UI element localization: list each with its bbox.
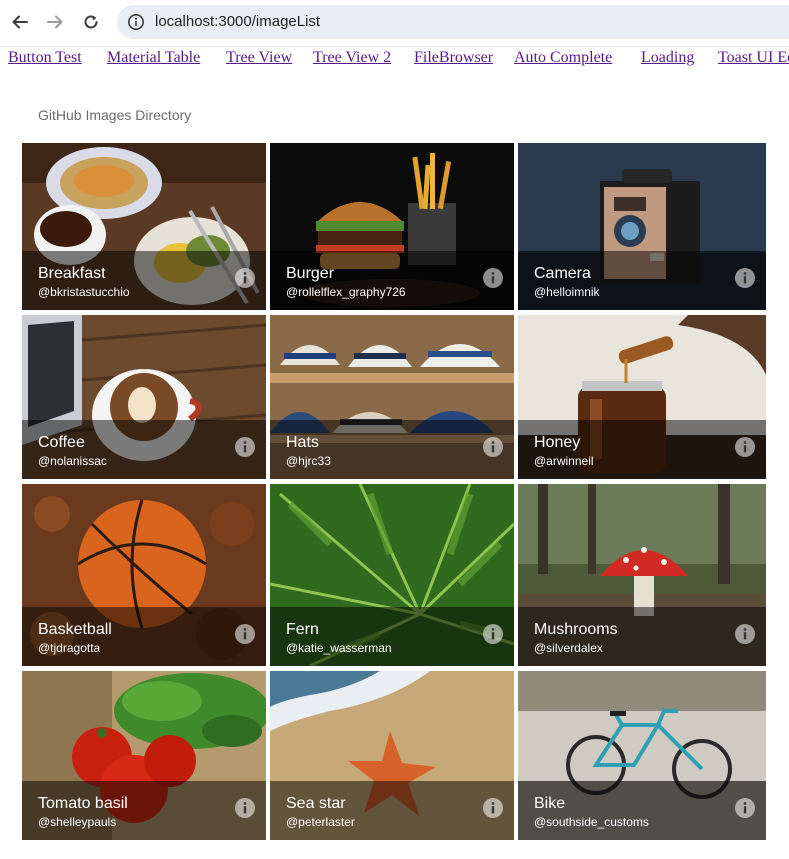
back-button[interactable] bbox=[7, 9, 33, 35]
image-tile[interactable]: Hats @hjrc33 bbox=[270, 315, 514, 479]
arrow-left-icon bbox=[11, 13, 29, 31]
image-title: Breakfast bbox=[38, 265, 106, 282]
info-icon bbox=[734, 623, 756, 650]
image-title: Mushrooms bbox=[534, 621, 618, 638]
image-title: Camera bbox=[534, 265, 591, 282]
info-icon bbox=[482, 623, 504, 650]
image-tile[interactable]: Tomato basil @shelleypauls bbox=[22, 671, 266, 840]
image-tile[interactable]: Sea star @peterlaster bbox=[270, 671, 514, 840]
nav-link-tree-view[interactable]: Tree View bbox=[226, 49, 292, 67]
image-title: Coffee bbox=[38, 434, 85, 451]
info-icon bbox=[234, 797, 256, 824]
image-title: Basketball bbox=[38, 621, 112, 638]
image-title: Hats bbox=[286, 434, 319, 451]
info-icon bbox=[482, 267, 504, 294]
info-icon bbox=[482, 436, 504, 463]
nav-link-button-test[interactable]: Button Test bbox=[8, 49, 82, 67]
info-button[interactable] bbox=[482, 623, 504, 650]
image-title: Fern bbox=[286, 621, 319, 638]
image-author: @helloimnik bbox=[534, 285, 600, 299]
info-button[interactable] bbox=[482, 436, 504, 463]
image-author: @hjrc33 bbox=[286, 454, 331, 468]
info-button[interactable] bbox=[734, 623, 756, 650]
url-text[interactable]: localhost:3000/imageList bbox=[155, 13, 320, 30]
nav-link-loading[interactable]: Loading bbox=[641, 49, 694, 67]
reload-icon bbox=[82, 13, 100, 31]
browser-toolbar: localhost:3000/imageList bbox=[0, 0, 789, 44]
address-bar[interactable]: localhost:3000/imageList bbox=[117, 5, 789, 39]
nav-link-file-browser[interactable]: FileBrowser bbox=[414, 49, 493, 67]
reload-button[interactable] bbox=[78, 9, 104, 35]
image-author: @tjdragotta bbox=[38, 641, 101, 655]
info-button[interactable] bbox=[482, 267, 504, 294]
info-icon bbox=[234, 436, 256, 463]
info-button[interactable] bbox=[234, 267, 256, 294]
nav-link-bar: Button Test Material Table Tree View Tre… bbox=[0, 46, 789, 73]
image-author: @shelleypauls bbox=[38, 815, 117, 829]
image-tile[interactable]: Burger @rollelflex_graphy726 bbox=[270, 143, 514, 310]
info-icon bbox=[734, 436, 756, 463]
page-title: GitHub Images Directory bbox=[38, 107, 192, 123]
image-tile[interactable]: Honey @arwinneil bbox=[518, 315, 766, 479]
image-title: Burger bbox=[286, 265, 335, 282]
info-button[interactable] bbox=[234, 436, 256, 463]
nav-link-toast-ui-editor[interactable]: Toast UI Ed bbox=[718, 49, 789, 67]
info-button[interactable] bbox=[734, 797, 756, 824]
image-author: @southside_customs bbox=[534, 815, 649, 829]
image-tile[interactable]: Mushrooms @silverdalex bbox=[518, 484, 766, 666]
image-author: @bkristastucchio bbox=[38, 285, 130, 299]
image-title: Sea star bbox=[286, 795, 346, 812]
image-title: Honey bbox=[534, 434, 581, 451]
forward-button[interactable] bbox=[42, 9, 68, 35]
info-button[interactable] bbox=[734, 436, 756, 463]
info-button[interactable] bbox=[234, 797, 256, 824]
image-author: @rollelflex_graphy726 bbox=[286, 285, 406, 299]
image-author: @katie_wasserman bbox=[286, 641, 392, 655]
image-title: Tomato basil bbox=[38, 795, 128, 812]
image-author: @nolanissac bbox=[38, 454, 107, 468]
nav-link-auto-complete[interactable]: Auto Complete bbox=[514, 49, 612, 67]
image-tile[interactable]: Coffee @nolanissac bbox=[22, 315, 266, 479]
image-author: @peterlaster bbox=[286, 815, 355, 829]
info-button[interactable] bbox=[482, 797, 504, 824]
nav-link-material-table[interactable]: Material Table bbox=[107, 49, 200, 67]
image-tile[interactable]: Fern @katie_wasserman bbox=[270, 484, 514, 666]
info-icon bbox=[734, 267, 756, 294]
info-icon bbox=[482, 797, 504, 824]
image-tile[interactable]: Camera @helloimnik bbox=[518, 143, 766, 310]
image-tile[interactable]: Basketball @tjdragotta bbox=[22, 484, 266, 666]
image-title: Bike bbox=[534, 795, 566, 812]
image-tile[interactable]: Breakfast @bkristastucchio bbox=[22, 143, 266, 310]
info-circle-icon[interactable] bbox=[127, 13, 145, 31]
info-icon bbox=[234, 267, 256, 294]
info-icon bbox=[734, 797, 756, 824]
nav-link-tree-view-2[interactable]: Tree View 2 bbox=[313, 49, 391, 67]
info-icon bbox=[234, 623, 256, 650]
image-tile[interactable]: Bike @southside_customs bbox=[518, 671, 766, 840]
info-button[interactable] bbox=[734, 267, 756, 294]
image-author: @silverdalex bbox=[534, 641, 603, 655]
arrow-right-icon bbox=[46, 13, 64, 31]
image-author: @arwinneil bbox=[534, 454, 594, 468]
info-button[interactable] bbox=[234, 623, 256, 650]
